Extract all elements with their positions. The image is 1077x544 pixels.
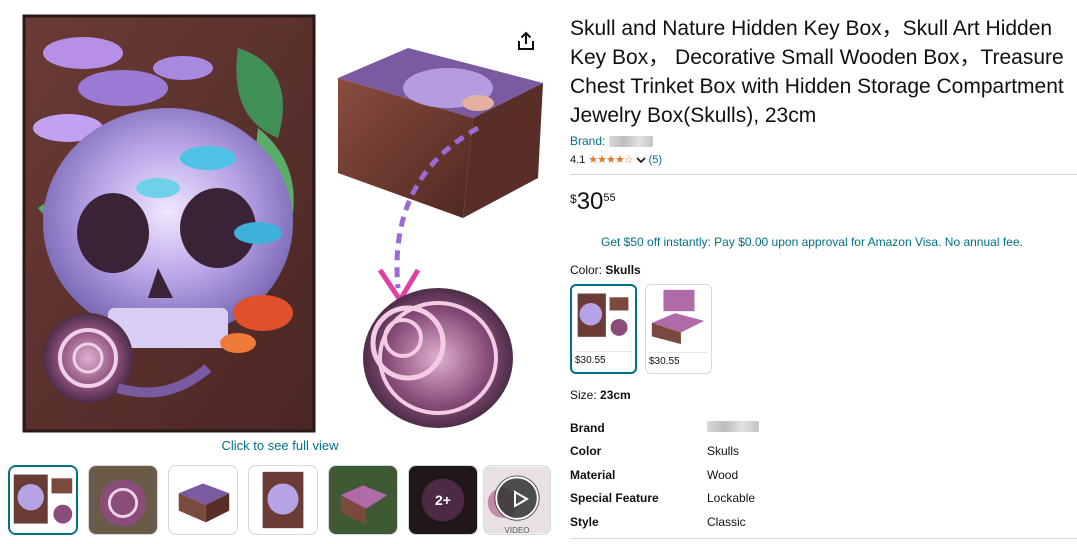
thumbnail-video[interactable]: VIDEO <box>483 465 551 535</box>
thumbnail-more[interactable]: 2+ <box>408 465 478 535</box>
spec-value: Lockable <box>707 491 756 506</box>
thumbnail-1[interactable] <box>8 465 78 535</box>
rating-line: 4.1 ★★★★☆ (5) <box>570 153 1070 167</box>
brand-name-blurred[interactable] <box>609 135 654 147</box>
image-gallery: Click to see full view 2+ VIDEO <box>0 0 560 544</box>
product-title: Skull and Nature Hidden Key Box，Skull Ar… <box>570 17 1064 127</box>
divider <box>570 537 1077 539</box>
thumbnail-2[interactable] <box>88 465 158 535</box>
more-images-count: 2+ <box>409 466 477 534</box>
star-rating[interactable]: ★★★★☆ <box>588 153 633 166</box>
play-icon <box>514 490 529 508</box>
chevron-down-icon[interactable] <box>636 155 646 165</box>
spec-row-material: Material Wood <box>570 463 1077 487</box>
share-button[interactable] <box>515 30 537 52</box>
thumbnail-5[interactable] <box>328 465 398 535</box>
size-label: Size: <box>570 388 597 402</box>
rating-count[interactable]: (5) <box>649 154 662 166</box>
spec-value: Skulls <box>707 444 740 459</box>
price-symbol: $ <box>570 192 577 206</box>
spec-row-style: Style Classic <box>570 510 1077 534</box>
price-whole: 30 <box>576 188 604 215</box>
rating-value: 4.1 <box>570 153 586 166</box>
spec-value <box>707 420 1077 435</box>
color-selector-label: Color: Skulls <box>570 263 1070 277</box>
spec-value: Wood <box>707 467 739 482</box>
spec-key: Color <box>570 444 602 459</box>
visa-promo[interactable]: Get $50 off instantly: Pay $0.00 upon ap… <box>601 235 1070 249</box>
spec-row-color: Color Skulls <box>570 440 1077 464</box>
spec-value: Classic <box>707 514 746 529</box>
color-label: Color: <box>570 263 603 277</box>
brand-line[interactable]: Brand: <box>570 134 1070 148</box>
spec-key: Brand <box>570 420 605 435</box>
color-value: Skulls <box>605 263 641 277</box>
size-selector-label: Size: 23cm <box>570 388 1070 402</box>
thumbnail-3[interactable] <box>168 465 238 535</box>
spec-table: Brand Color Skulls Material Wood Special… <box>570 416 1077 539</box>
spec-key: Special Feature <box>570 491 659 506</box>
spec-key: Style <box>570 514 599 529</box>
size-value: 23cm <box>600 388 631 402</box>
share-icon <box>518 31 534 50</box>
spec-row-special-feature: Special Feature Lockable <box>570 487 1077 511</box>
color-swatches: $30.55 $30.55 <box>570 284 1070 374</box>
price-fraction: 55 <box>603 192 616 204</box>
spec-row-brand: Brand <box>570 416 1077 440</box>
price: $ 30 55 <box>570 189 1070 215</box>
full-view-link[interactable]: Click to see full view <box>0 438 560 453</box>
swatch-variant-2[interactable]: $30.55 <box>645 284 712 374</box>
brand-label: Brand: <box>570 134 606 148</box>
swatch-price: $30.55 <box>575 351 632 366</box>
swatch-price: $30.55 <box>649 352 708 367</box>
divider <box>570 174 1077 175</box>
spec-key: Material <box>570 467 616 482</box>
main-product-image[interactable] <box>8 8 553 438</box>
brand-value-blurred <box>707 420 759 432</box>
thumbnail-4[interactable] <box>248 465 318 535</box>
swatch-skulls[interactable]: $30.55 <box>570 284 637 374</box>
video-label: VIDEO <box>504 526 530 535</box>
product-details: Skull and Nature Hidden Key Box，Skull Ar… <box>570 14 1077 539</box>
